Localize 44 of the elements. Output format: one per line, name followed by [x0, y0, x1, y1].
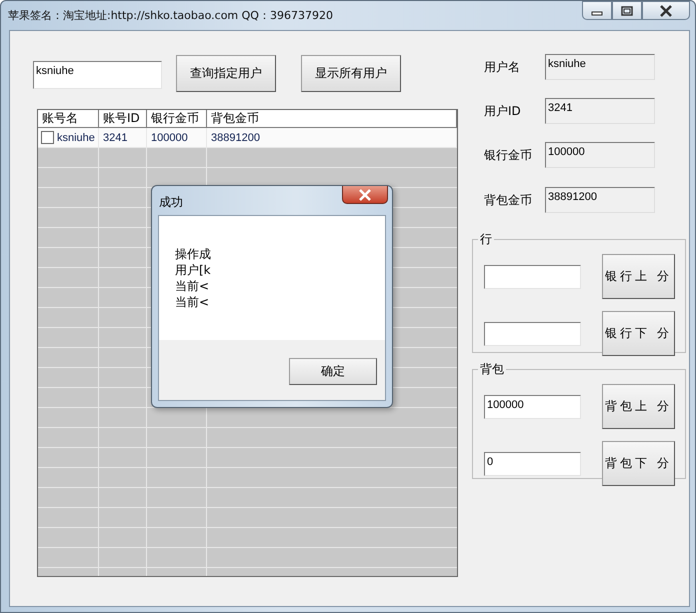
ok-button[interactable]: 确定 — [289, 358, 377, 385]
message-text: 当前< — [175, 278, 210, 294]
table-cell: ksniuhe — [57, 132, 95, 144]
table-cell: 38891200 — [211, 132, 260, 144]
action-button[interactable]: 银行上 分 — [602, 254, 675, 299]
action-button[interactable]: 显示所有用户 — [301, 55, 401, 92]
message-text: 用户[k — [175, 262, 212, 278]
action-button[interactable]: 查询指定用户 — [176, 55, 276, 92]
table-cell: 3241 — [103, 132, 128, 144]
column-header[interactable]: 账号名 — [38, 110, 99, 127]
field-label: 背包金币 — [483, 192, 533, 208]
field-label: 用户ID — [483, 102, 522, 120]
close-button[interactable] — [342, 186, 388, 204]
readonly-field[interactable]: ksniuhe — [545, 54, 655, 80]
maximize-icon — [621, 6, 633, 16]
readonly-field[interactable]: 38891200 — [545, 187, 655, 213]
column-header[interactable]: 银行金币 — [147, 110, 207, 127]
column-header[interactable]: 账号ID — [99, 110, 147, 127]
message-text: 操作成 — [175, 246, 212, 262]
action-button[interactable]: 背包下 分 — [602, 441, 675, 486]
dialog-title: 成功 — [158, 194, 183, 211]
window-title: 苹果签名：淘宝地址:http://shko.taobao.com QQ：396737920 — [7, 8, 333, 23]
field-label: 银行金币 — [483, 146, 533, 164]
readonly-field[interactable]: 100000 — [545, 142, 655, 168]
close-icon — [358, 188, 372, 200]
close-icon — [659, 4, 673, 16]
readonly-field[interactable]: 3241 — [545, 98, 655, 124]
column-header[interactable]: 背包金币 — [207, 110, 457, 127]
input-field[interactable] — [484, 322, 581, 346]
input-field[interactable] — [484, 264, 581, 288]
close-button[interactable] — [642, 1, 690, 20]
action-button[interactable]: 银行下 分 — [602, 311, 675, 356]
checkbox[interactable] — [41, 131, 54, 144]
maximize-button[interactable] — [612, 1, 642, 20]
table-cell: 100000 — [151, 132, 188, 144]
message-text: 当前< — [175, 294, 210, 310]
input-field[interactable]: 0 — [484, 452, 581, 476]
group-title: 行 — [479, 231, 493, 248]
input-field[interactable]: 100000 — [484, 394, 581, 418]
field-label: 用户名 — [483, 58, 521, 76]
search-field[interactable]: ksniuhe — [33, 61, 162, 89]
minimize-button[interactable] — [582, 1, 612, 20]
action-button[interactable]: 背包上 分 — [602, 384, 675, 429]
group-title: 背包 — [479, 361, 505, 378]
